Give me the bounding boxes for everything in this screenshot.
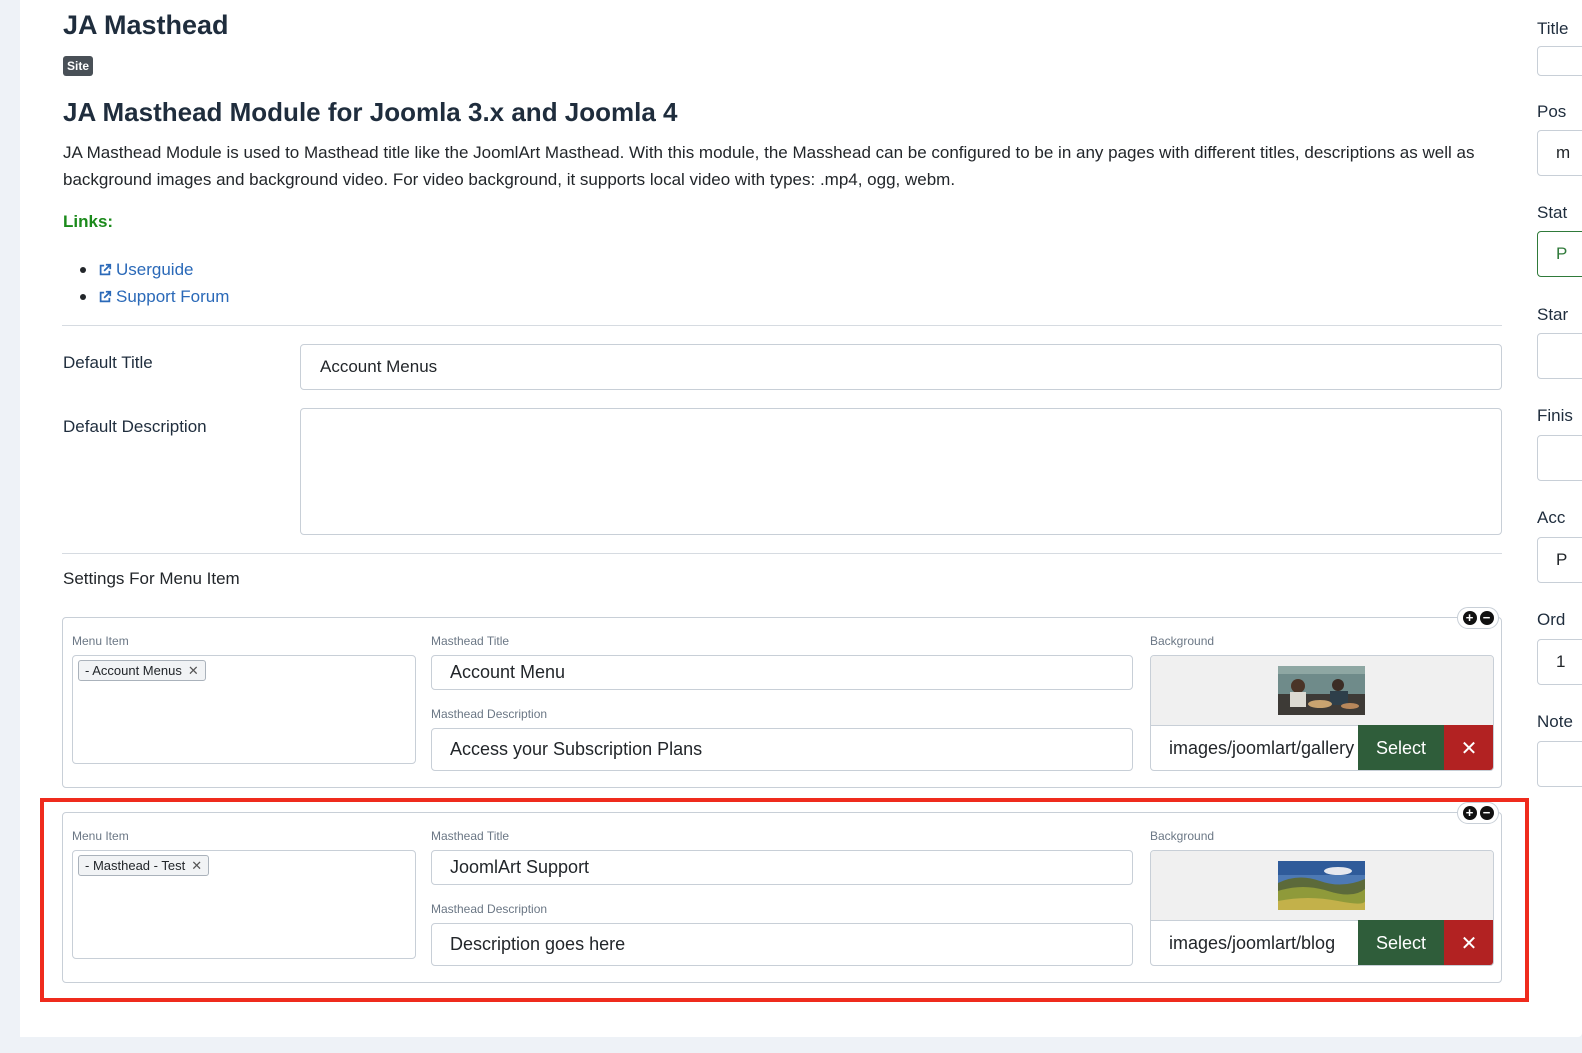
menu-item-label: Menu Item	[72, 634, 129, 648]
chip-label: - Account Menus	[85, 663, 182, 678]
menu-item-chip: - Account Menus ✕	[78, 660, 206, 681]
links-label: Links:	[63, 212, 114, 231]
background-media-field: images/joomlart/gallery Select ✕	[1150, 655, 1494, 771]
row-add-remove-controls: + −	[1457, 607, 1499, 629]
menu-item-row: + − Menu Item - Account Menus ✕ Masthead…	[62, 607, 1502, 788]
sidebar-access-select[interactable]: P	[1537, 537, 1582, 583]
divider	[62, 553, 1502, 554]
module-description: JA Masthead Module is used to Masthead t…	[63, 143, 1475, 189]
module-heading: JA Masthead Module for Joomla 3.x and Jo…	[63, 97, 678, 127]
sidebar-finish-input[interactable]	[1537, 435, 1582, 481]
sidebar-label-note: Note	[1537, 712, 1573, 731]
background-label: Background	[1150, 634, 1215, 648]
chip-remove-icon[interactable]: ✕	[188, 663, 199, 679]
sidebar-start-input[interactable]	[1537, 333, 1582, 379]
sidebar-ordering-select[interactable]: 1	[1537, 639, 1582, 685]
default-title-input[interactable]: Account Menus	[300, 344, 1502, 390]
background-path-input[interactable]: images/joomlart/gallery	[1151, 725, 1358, 770]
settings-title: Settings For Menu Item	[63, 569, 240, 588]
background-preview-image[interactable]	[1278, 666, 1365, 715]
sidebar-status-select[interactable]: P	[1537, 231, 1582, 277]
sidebar-label-title: Title	[1537, 19, 1569, 38]
external-link-icon	[99, 263, 112, 275]
masthead-description-label: Masthead Description	[431, 707, 548, 721]
links-list: Userguide Support Forum	[80, 256, 229, 310]
link-userguide[interactable]: Userguide	[80, 256, 229, 283]
sidebar-label-position: Pos	[1537, 102, 1567, 121]
sidebar-title-input[interactable]	[1537, 46, 1582, 76]
divider	[62, 325, 1502, 326]
sidebar-label-ordering: Ord	[1537, 610, 1566, 629]
link-label[interactable]: Userguide	[116, 259, 194, 281]
bullet	[80, 293, 86, 300]
link-support-forum[interactable]: Support Forum	[80, 283, 229, 310]
client-badge: Site	[63, 56, 94, 76]
sidebar-label-status: Stat	[1537, 203, 1568, 222]
sidebar-position-select[interactable]: m	[1537, 130, 1582, 176]
sidebar-label-finish: Finis	[1537, 406, 1573, 425]
add-row-icon[interactable]: +	[1462, 611, 1477, 625]
default-description-label: Default Description	[63, 417, 207, 436]
default-title-label: Default Title	[63, 353, 153, 372]
menu-item-select[interactable]: - Account Menus ✕	[72, 655, 416, 764]
highlight-frame	[40, 798, 1529, 1002]
bullet	[80, 266, 86, 273]
sidebar-label-access: Acc	[1537, 508, 1566, 527]
select-button[interactable]: Select	[1358, 725, 1444, 770]
module-name: JA Masthead	[63, 10, 229, 40]
remove-row-icon[interactable]: −	[1479, 611, 1494, 625]
masthead-title-label: Masthead Title	[431, 634, 510, 648]
masthead-description-input[interactable]: Access your Subscription Plans	[431, 728, 1133, 771]
default-description-textarea[interactable]	[300, 408, 1502, 535]
options-sidebar: Title Pos m Stat P Star Finis Acc P Ord …	[1537, 0, 1582, 1037]
sidebar-note-input[interactable]	[1537, 741, 1582, 787]
module-edit-card: JA Masthead Site JA Masthead Module for …	[0, 0, 1582, 1053]
left-gutter	[0, 0, 20, 1053]
background-preview	[1151, 656, 1493, 725]
sidebar-label-start: Star	[1537, 305, 1569, 324]
clear-background-button[interactable]: ✕	[1444, 725, 1493, 770]
masthead-title-input[interactable]: Account Menu	[431, 655, 1133, 690]
external-link-icon	[99, 290, 112, 302]
link-label[interactable]: Support Forum	[116, 286, 229, 308]
